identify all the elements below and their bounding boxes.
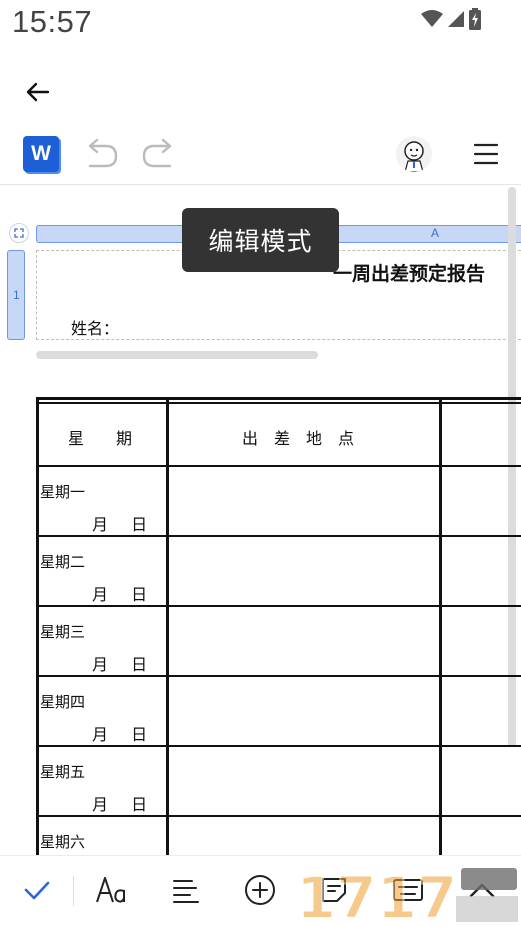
day-cell: 星期五	[40, 763, 86, 781]
table-row[interactable]: 星期五 月 日	[36, 747, 521, 817]
date-cell: 月 日	[92, 795, 148, 814]
table-top-border	[36, 397, 521, 400]
align-icon	[173, 880, 199, 903]
document-toolbar: W	[0, 130, 521, 180]
trip-schedule-table[interactable]: 星 期 出 差 地 点 星期一 月 日 星期二 月 日 星期三 月 日 星期四 …	[36, 397, 521, 855]
status-bar: 15:57	[0, 0, 521, 48]
day-cell: 星期二	[40, 553, 86, 571]
day-cell: 星期六	[40, 833, 86, 851]
date-cell: 月 日	[92, 655, 148, 674]
font-format-button[interactable]	[92, 870, 132, 910]
table-row[interactable]: 星期一 月 日	[36, 467, 521, 537]
back-button[interactable]	[18, 72, 58, 112]
table-row[interactable]: 星期二 月 日	[36, 537, 521, 607]
signal-icon	[448, 11, 464, 27]
table-row[interactable]: 星期三 月 日	[36, 607, 521, 677]
hamburger-menu-icon	[473, 143, 499, 165]
row-header-ruler[interactable]: 1	[7, 250, 25, 340]
undo-icon	[88, 138, 118, 168]
redo-icon	[142, 138, 172, 168]
date-cell: 月 日	[92, 725, 148, 744]
status-icons	[421, 8, 481, 30]
add-icon	[245, 875, 275, 905]
redo-button[interactable]	[140, 138, 176, 170]
date-cell: 月 日	[92, 585, 148, 604]
expand-icon	[14, 228, 24, 238]
bottom-toolbar: 1717	[0, 855, 521, 926]
status-time: 15:57	[12, 4, 93, 39]
header-location: 出 差 地 点	[242, 429, 355, 448]
row-label: 1	[13, 288, 20, 302]
horizontal-scrollbar[interactable]	[36, 351, 318, 359]
confirm-button[interactable]	[17, 870, 57, 910]
table-header-row: 星 期 出 差 地 点	[36, 403, 521, 467]
watermark-logo: 1717	[296, 864, 518, 924]
column-label: A	[431, 226, 440, 240]
toolbar-separator	[73, 876, 74, 906]
document-title: 一周出差预定报告	[333, 263, 486, 285]
date-cell: 月 日	[92, 515, 148, 534]
select-all-handle[interactable]	[9, 223, 29, 243]
wifi-icon	[421, 10, 443, 27]
back-arrow-icon	[26, 82, 50, 102]
table-row[interactable]: 星期六	[36, 817, 521, 855]
edit-mode-tooltip: 编辑模式	[182, 208, 339, 272]
document-canvas[interactable]: A 1 一周出差预定报告 姓名： 星 期 出 差 地 点 星期一 月 日 星期二…	[0, 185, 521, 855]
name-label: 姓名：	[71, 319, 120, 338]
insert-button[interactable]	[240, 870, 280, 910]
check-icon	[24, 881, 50, 900]
word-app-icon[interactable]: W	[23, 136, 59, 172]
avatar-face-icon	[404, 141, 424, 172]
battery-icon	[469, 8, 481, 30]
menu-button[interactable]	[470, 140, 502, 168]
undo-button[interactable]	[84, 138, 120, 170]
header-weekday: 星 期	[68, 429, 133, 448]
font-icon	[96, 877, 125, 903]
avatar[interactable]	[396, 136, 432, 172]
day-cell: 星期四	[40, 693, 86, 711]
day-cell: 星期一	[40, 483, 86, 501]
svg-text:1717: 1717	[296, 864, 457, 924]
table-row[interactable]: 星期四 月 日	[36, 677, 521, 747]
paragraph-align-button[interactable]	[166, 870, 206, 910]
day-cell: 星期三	[40, 623, 86, 641]
